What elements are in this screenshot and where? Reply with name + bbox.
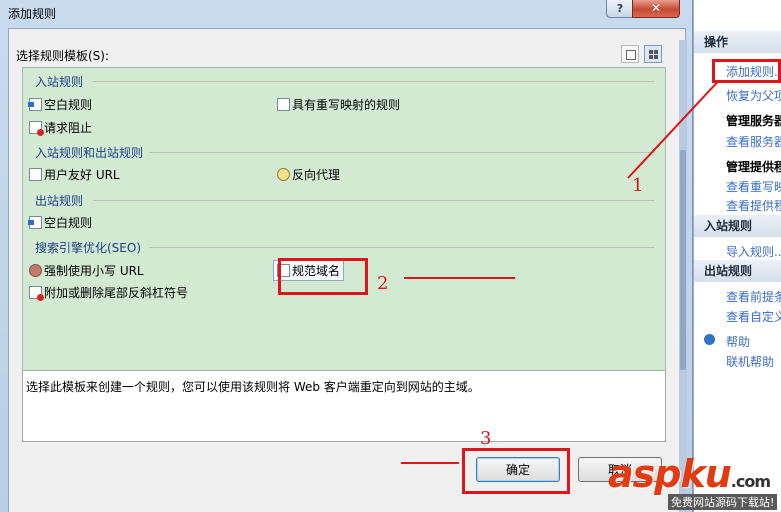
watermark-brand: aspku xyxy=(608,452,732,496)
template-lowercase-url[interactable]: 强制使用小写 URL xyxy=(29,262,144,279)
template-reverse-proxy[interactable]: 反向代理 xyxy=(277,166,340,183)
help-button[interactable]: ? xyxy=(606,0,634,18)
group-divider xyxy=(149,152,655,153)
highlight-ok-button xyxy=(462,448,570,494)
highlight-canonical-domain xyxy=(278,258,368,295)
inbound-rules-header: 入站规则 xyxy=(694,215,781,237)
group-inbound-outbound: 入站规则和出站规则 xyxy=(35,146,144,160)
icon-view-button[interactable] xyxy=(644,45,662,63)
view-providers-link[interactable]: 查看提供程 xyxy=(726,197,781,214)
request-block-icon xyxy=(29,121,44,136)
restore-parent-link[interactable]: 恢复为父项 xyxy=(726,87,781,104)
watermark-suffix: .com xyxy=(730,472,771,491)
group-inbound: 入站规则 xyxy=(35,75,84,89)
highlight-add-rule xyxy=(712,59,781,83)
group-divider xyxy=(93,81,655,82)
template-label-text: 请求阻止 xyxy=(44,121,93,135)
details-view-icon xyxy=(626,50,636,60)
description-text: 选择此模板来创建一个规则，您可以使用该规则将 Web 客户端重定向到网站的主域。 xyxy=(26,380,480,394)
user-friendly-url-icon xyxy=(29,168,42,181)
actions-header: 操作 xyxy=(694,31,781,53)
view-server-variables-link[interactable]: 查看服务器 xyxy=(726,133,781,150)
icon-view-icon xyxy=(649,50,658,59)
view-custom-tags-link[interactable]: 查看自定义 xyxy=(726,308,781,325)
template-label-text: 用户友好 URL xyxy=(44,168,120,182)
manage-server-variables-heading: 管理服务器 xyxy=(726,114,781,128)
blank-rule-icon xyxy=(28,216,42,229)
template-label-text: 空白规则 xyxy=(44,216,93,230)
online-help-link[interactable]: 联机帮助 xyxy=(726,353,774,370)
rewrite-map-icon xyxy=(277,98,290,111)
template-label-text: 附加或删除尾部反斜杠符号 xyxy=(44,286,189,300)
dialog-titlebar: 添加规则 ? ✕ xyxy=(0,0,692,28)
watermark-logo: aspku.com xyxy=(608,452,771,496)
template-blank-outbound[interactable]: 空白规则 xyxy=(28,214,93,231)
template-label-text: 空白规则 xyxy=(44,98,93,112)
step-3-label: 3 xyxy=(480,428,492,449)
template-blank-inbound[interactable]: 空白规则 xyxy=(28,96,93,113)
template-label-text: 强制使用小写 URL xyxy=(44,264,144,278)
lowercase-url-icon xyxy=(29,264,42,277)
arrow-3 xyxy=(401,462,459,464)
template-list[interactable]: 入站规则 空白规则 具有重写映射的规则 请求阻止 入站规则和出站规则 用户友好 … xyxy=(22,67,666,371)
step-2-label: 2 xyxy=(377,273,389,294)
group-divider xyxy=(149,247,655,248)
close-button[interactable]: ✕ xyxy=(632,0,680,18)
group-divider xyxy=(93,200,655,201)
template-label-text: 具有重写映射的规则 xyxy=(292,98,401,112)
template-request-blocking[interactable]: 请求阻止 xyxy=(29,119,92,136)
help-link[interactable]: 帮助 xyxy=(726,333,750,350)
dialog-title: 添加规则 xyxy=(8,7,57,21)
watermark-tagline: 免费网站源码下载站! xyxy=(668,494,778,510)
template-label-text: 反向代理 xyxy=(292,168,341,182)
trailing-slash-icon xyxy=(29,286,44,301)
view-preconditions-link[interactable]: 查看前提条 xyxy=(726,288,781,305)
details-view-button[interactable] xyxy=(621,45,639,63)
template-user-friendly-url[interactable]: 用户友好 URL xyxy=(29,166,120,183)
template-label: 选择规则模板(S): xyxy=(16,49,110,63)
outbound-rules-header: 出站规则 xyxy=(694,260,781,282)
template-rewrite-map[interactable]: 具有重写映射的规则 xyxy=(277,96,400,113)
group-outbound: 出站规则 xyxy=(35,194,84,208)
import-rules-link[interactable]: 导入规则... xyxy=(726,243,781,260)
template-description: 选择此模板来创建一个规则，您可以使用该规则将 Web 客户端重定向到网站的主域。 xyxy=(22,370,666,442)
help-icon xyxy=(704,334,715,345)
view-rewrite-maps-link[interactable]: 查看重写映 xyxy=(726,178,781,195)
arrow-2 xyxy=(404,277,515,279)
blank-rule-icon xyxy=(28,98,42,111)
scrollbar-thumb[interactable] xyxy=(680,150,686,370)
step-1-label: 1 xyxy=(632,175,644,196)
group-seo: 搜索引擎优化(SEO) xyxy=(35,241,142,255)
template-trailing-slash[interactable]: 附加或删除尾部反斜杠符号 xyxy=(29,284,188,301)
reverse-proxy-icon xyxy=(277,168,290,181)
manage-providers-heading: 管理提供程 xyxy=(726,160,781,174)
background-scrollbar[interactable] xyxy=(679,40,687,512)
